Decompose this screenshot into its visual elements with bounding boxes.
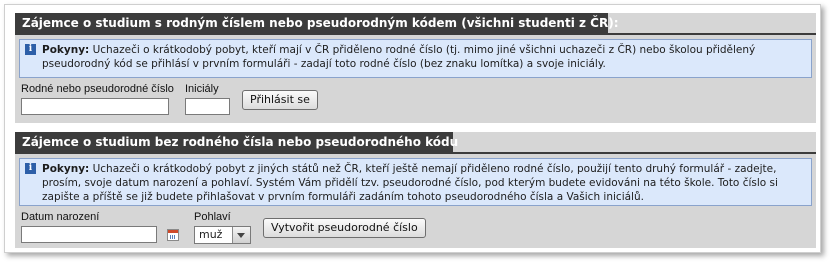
- dropdown-arrow-icon[interactable]: [232, 227, 250, 243]
- instructions-label: Pokyny:: [42, 163, 90, 175]
- instructions-box: i Pokyny: Uchazeči o krátkodobý pobyt, k…: [19, 39, 812, 78]
- instructions-text: Uchazeči o krátkodobý pobyt, kteří mají …: [42, 44, 756, 70]
- instructions-label: Pokyny:: [42, 44, 90, 56]
- instructions-text: Uchazeči o krátkodobý pobyt z jiných stá…: [42, 163, 778, 203]
- section-title: Zájemce o studium bez rodného čísla nebo…: [15, 132, 458, 152]
- create-pseudo-number-button[interactable]: Vytvořit pseudorodné číslo: [263, 218, 426, 238]
- section-without-birth-number: Zájemce o studium bez rodného čísla nebo…: [15, 132, 816, 248]
- gender-select[interactable]: muž: [194, 226, 251, 244]
- birth-number-input[interactable]: [21, 98, 169, 115]
- info-icon: i: [25, 44, 36, 55]
- birth-date-label: Datum narození: [21, 211, 100, 223]
- section-title: Zájemce o studium s rodným číslem nebo p…: [15, 13, 619, 33]
- section-with-birth-number: Zájemce o studium s rodným číslem nebo p…: [15, 13, 816, 123]
- calendar-icon[interactable]: [167, 229, 179, 241]
- initials-label: Iniciály: [185, 83, 219, 95]
- login-button[interactable]: Přihlásit se: [242, 90, 318, 110]
- section-header: Zájemce o studium s rodným číslem nebo p…: [15, 13, 816, 35]
- instructions-box: i Pokyny: Uchazeči o krátkodobý pobyt z …: [19, 158, 812, 206]
- info-icon: i: [25, 163, 36, 174]
- section-header: Zájemce o studium bez rodného čísla nebo…: [15, 132, 816, 154]
- gender-selected-value: muž: [199, 228, 223, 241]
- initials-input[interactable]: [185, 98, 230, 115]
- birth-date-input[interactable]: [21, 226, 157, 243]
- birth-number-label: Rodné nebo pseudorodné číslo: [21, 83, 174, 95]
- login-panel: Zájemce o studium s rodným číslem nebo p…: [4, 4, 821, 253]
- gender-label: Pohlaví: [194, 211, 231, 223]
